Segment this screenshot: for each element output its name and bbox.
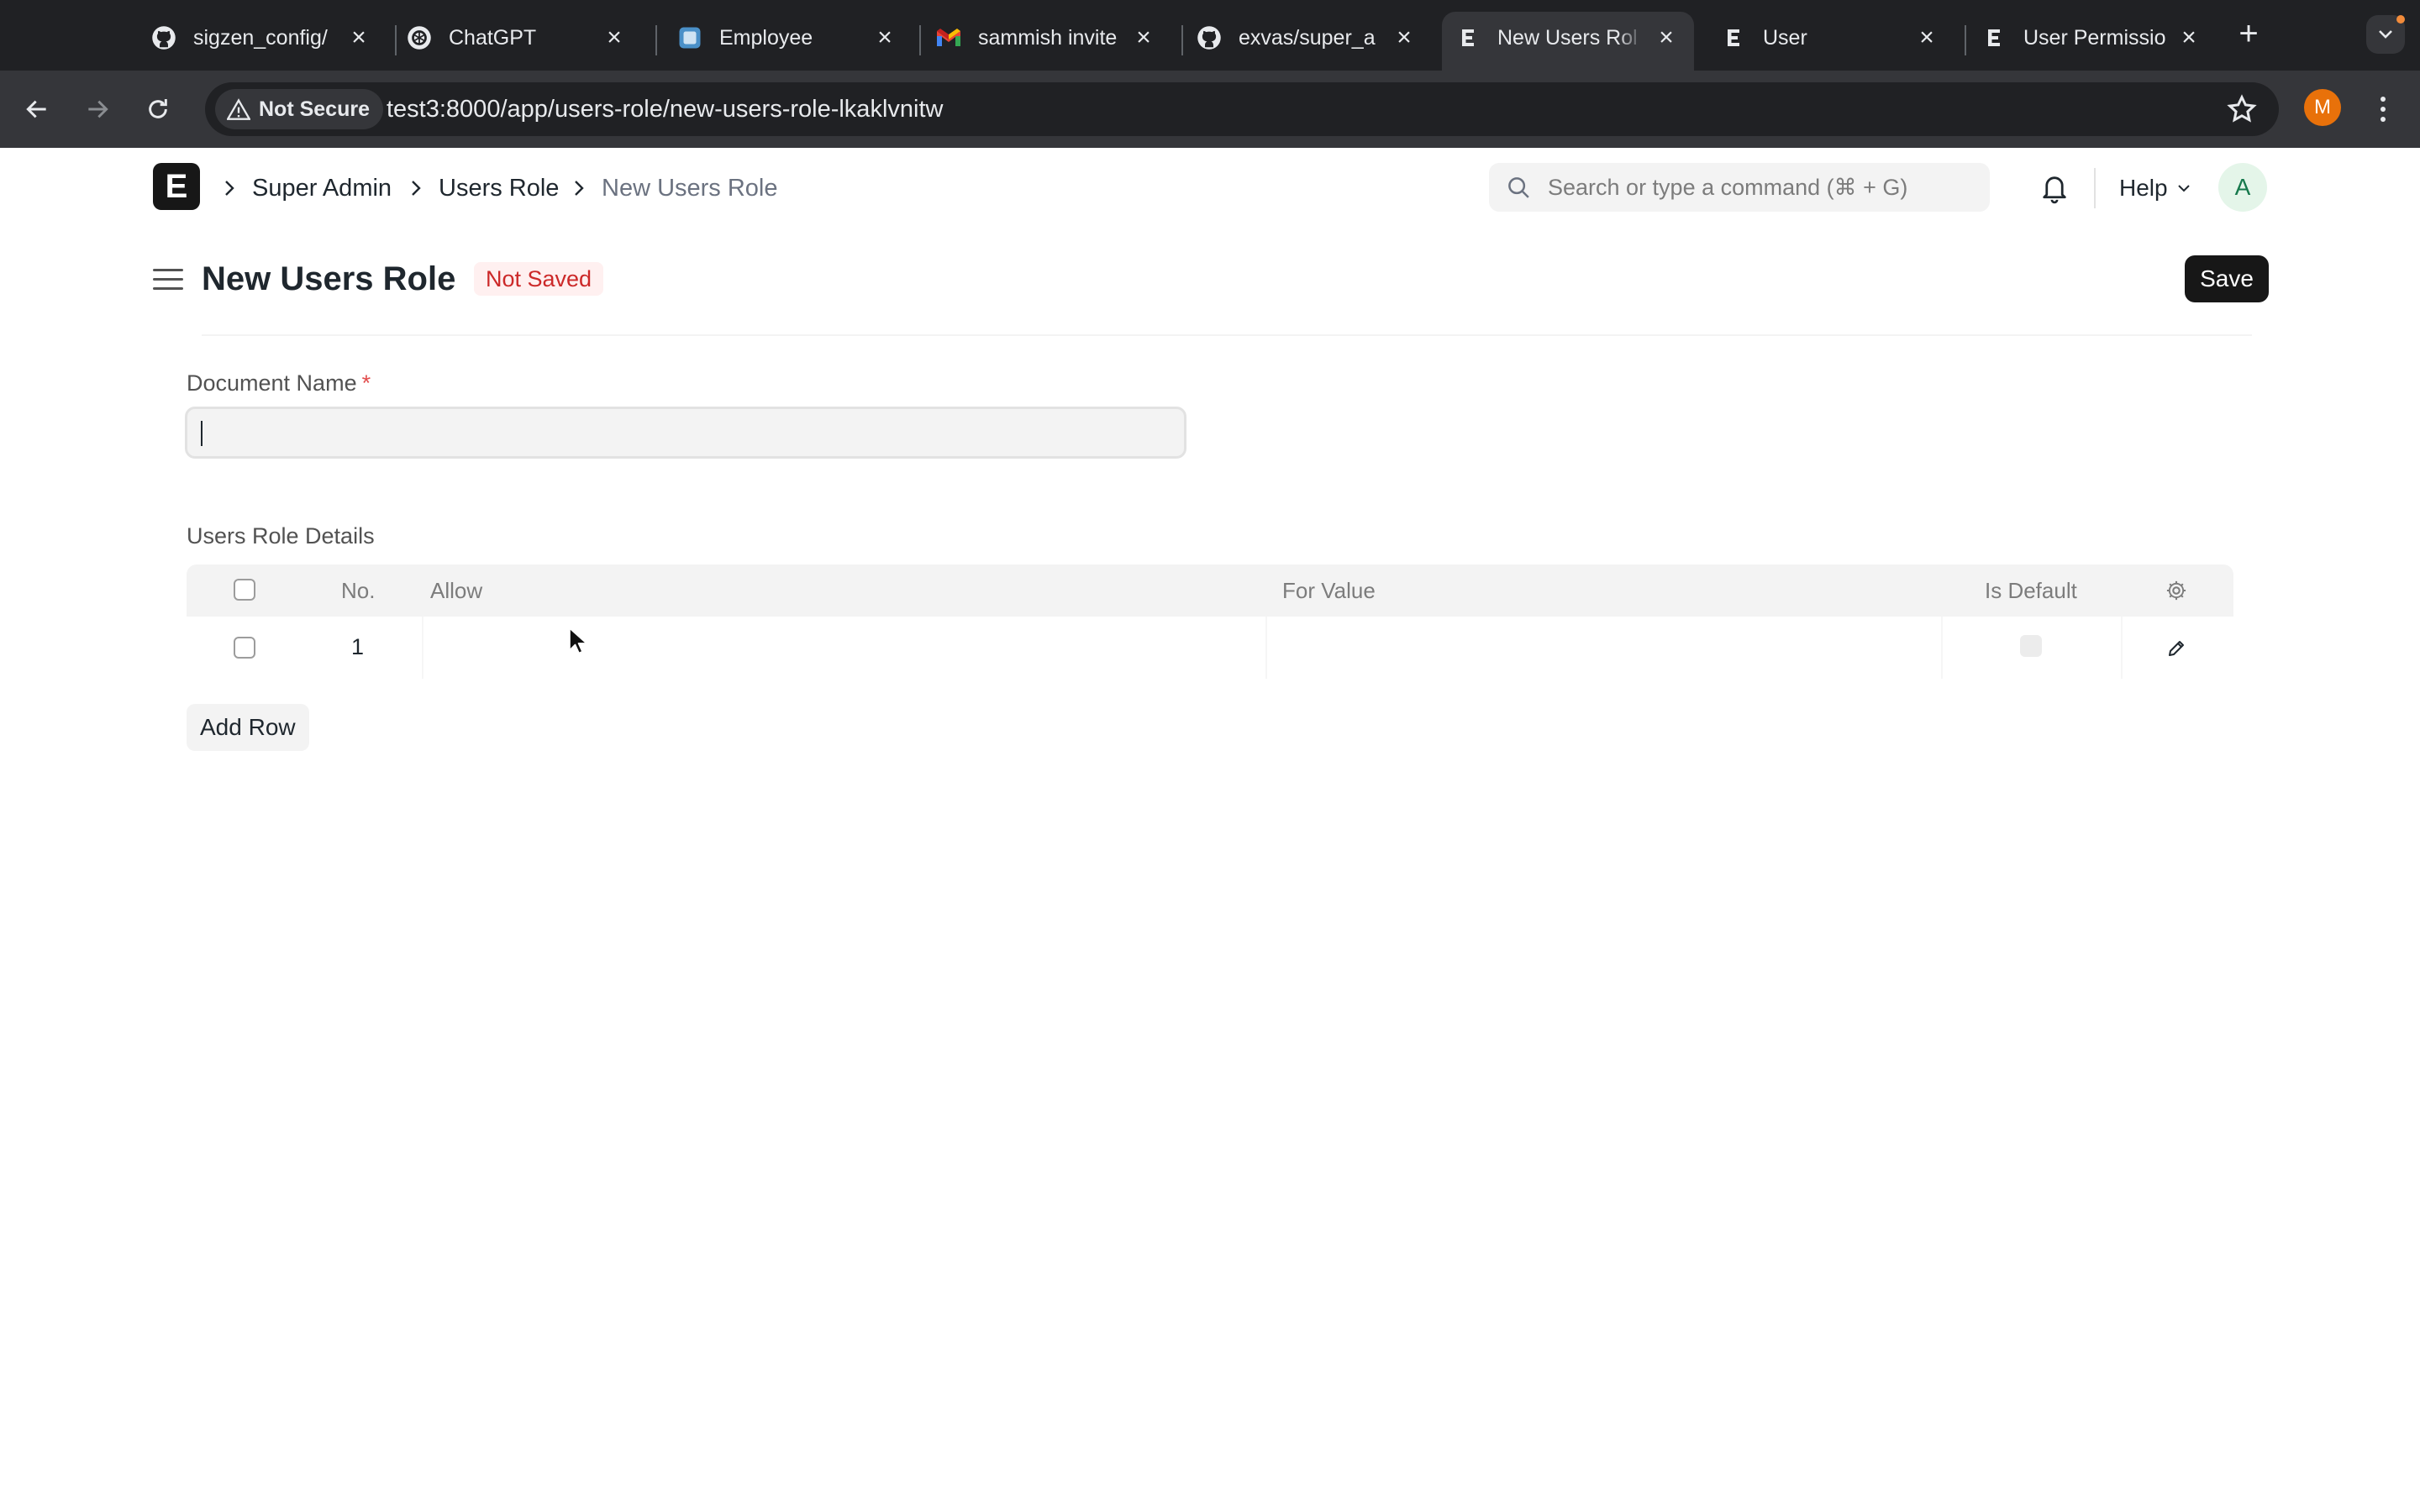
row-select-checkbox[interactable] bbox=[234, 637, 255, 659]
column-header-allow: Allow bbox=[430, 578, 483, 603]
column-header-no: No. bbox=[341, 578, 376, 603]
erpnext-icon bbox=[1719, 24, 1748, 52]
browser-tab[interactable]: User Permissio × bbox=[1980, 12, 2212, 71]
address-bar[interactable]: Not Secure test3:8000/app/users-role/new… bbox=[205, 82, 2279, 136]
user-avatar[interactable]: A bbox=[2218, 163, 2267, 212]
awesomebar-search[interactable]: Search or type a command (⌘ + G) bbox=[1489, 163, 1990, 212]
form-layout bbox=[166, 343, 2254, 763]
notification-dot bbox=[2396, 15, 2405, 24]
new-tab-button[interactable]: + bbox=[2232, 17, 2265, 50]
breadcrumb-super-admin[interactable]: Super Admin bbox=[252, 171, 392, 205]
security-label: Not Secure bbox=[259, 97, 370, 121]
column-divider bbox=[2121, 617, 2123, 679]
page-head-divider bbox=[202, 334, 2252, 336]
search-placeholder: Search or type a command (⌘ + G) bbox=[1548, 175, 1908, 200]
close-icon[interactable]: × bbox=[1652, 24, 1681, 52]
arrow-left-icon bbox=[26, 100, 46, 118]
gmail-icon bbox=[934, 24, 963, 52]
close-icon[interactable]: × bbox=[600, 24, 629, 52]
close-icon[interactable]: × bbox=[1390, 24, 1418, 52]
save-button[interactable]: Save bbox=[2185, 255, 2269, 302]
chevron-right-icon bbox=[566, 171, 592, 205]
required-mark: * bbox=[361, 370, 371, 396]
page-title: New Users Role bbox=[202, 260, 456, 297]
tab-separator bbox=[655, 25, 657, 55]
reload-button[interactable] bbox=[138, 89, 178, 129]
tab-separator bbox=[1965, 25, 1966, 55]
close-icon[interactable]: × bbox=[2175, 24, 2203, 52]
browser-tab[interactable]: exvas/super_a × bbox=[1195, 12, 1427, 71]
bell-icon[interactable] bbox=[2039, 171, 2070, 205]
warning-icon bbox=[227, 98, 250, 120]
gear-icon[interactable] bbox=[2165, 579, 2188, 602]
tab-separator bbox=[1181, 25, 1183, 55]
tab-title: New Users Rol bbox=[1497, 26, 1638, 50]
browser-menu-icon[interactable] bbox=[2368, 89, 2398, 129]
column-header-for-value: For Value bbox=[1282, 578, 1376, 603]
table-row[interactable]: 1 bbox=[187, 617, 2233, 679]
app-logo[interactable]: E bbox=[153, 163, 200, 210]
is-default-checkbox[interactable] bbox=[2020, 635, 2042, 657]
browser-toolbar: Not Secure test3:8000/app/users-role/new… bbox=[0, 71, 2420, 148]
browser-tab-active[interactable]: New Users Rol × bbox=[1442, 12, 1694, 71]
browser-tab[interactable]: sigzen_config/ × bbox=[150, 12, 381, 71]
select-all-checkbox[interactable] bbox=[234, 579, 255, 601]
breadcrumb-current: New Users Role bbox=[602, 175, 778, 202]
browser-tab[interactable]: Employee × bbox=[676, 12, 908, 71]
browser-tab[interactable]: sammish invite × bbox=[934, 12, 1166, 71]
reload-icon bbox=[149, 99, 167, 118]
tab-separator bbox=[919, 25, 921, 55]
close-icon[interactable]: × bbox=[1912, 24, 1941, 52]
add-row-button[interactable]: Add Row bbox=[187, 704, 309, 751]
close-icon[interactable]: × bbox=[871, 24, 899, 52]
github-icon bbox=[1195, 24, 1223, 52]
users-role-details-table: No. Allow For Value Is Default 1 bbox=[187, 564, 2233, 679]
sidebar-toggle-icon[interactable] bbox=[153, 262, 183, 296]
security-chip[interactable]: Not Secure bbox=[215, 89, 383, 129]
tab-search-button[interactable] bbox=[2366, 15, 2405, 54]
erpnext-icon bbox=[1454, 24, 1482, 52]
table-header-row: No. Allow For Value Is Default bbox=[187, 564, 2233, 617]
column-divider bbox=[1941, 617, 1943, 679]
close-icon[interactable]: × bbox=[345, 24, 373, 52]
navbar-divider bbox=[2094, 168, 2096, 208]
chevron-down-icon bbox=[2379, 30, 2392, 39]
arrow-right-icon bbox=[88, 100, 108, 118]
text-caret bbox=[201, 421, 203, 446]
breadcrumb-users-role[interactable]: Users Role bbox=[439, 171, 559, 205]
chevron-down-icon bbox=[2177, 185, 2190, 192]
for-value-cell[interactable] bbox=[1267, 617, 1956, 679]
chatgpt-icon bbox=[405, 24, 434, 52]
browser-tab[interactable]: ChatGPT × bbox=[405, 12, 637, 71]
back-button[interactable] bbox=[17, 89, 57, 129]
tab-separator bbox=[395, 25, 397, 55]
browser-tab[interactable]: User × bbox=[1719, 12, 1951, 71]
browser-profile-avatar[interactable]: M bbox=[2304, 89, 2341, 126]
bookmark-star-icon[interactable] bbox=[2227, 94, 2257, 124]
document-name-label-text: Document Name bbox=[187, 370, 357, 396]
github-icon bbox=[150, 24, 178, 52]
search-icon bbox=[1508, 177, 1529, 198]
column-header-is-default: Is Default bbox=[1985, 578, 2077, 603]
help-dropdown[interactable]: Help bbox=[2119, 171, 2191, 205]
chevron-right-icon bbox=[217, 171, 242, 205]
document-name-label: Document Name * bbox=[187, 368, 371, 398]
mouse-pointer-icon bbox=[569, 627, 587, 654]
app-icon bbox=[676, 24, 704, 52]
url-text[interactable]: test3:8000/app/users-role/new-users-role… bbox=[387, 82, 943, 136]
row-number: 1 bbox=[351, 634, 365, 659]
help-label: Help bbox=[2119, 175, 2168, 201]
users-role-details-label: Users Role Details bbox=[187, 523, 375, 549]
document-name-input[interactable] bbox=[185, 407, 1186, 459]
chevron-right-icon bbox=[403, 171, 429, 205]
browser-tab-strip: sigzen_config/ × ChatGPT × Employee × sa… bbox=[0, 0, 2420, 71]
erpnext-icon bbox=[1980, 24, 2008, 52]
forward-button[interactable] bbox=[77, 89, 118, 129]
app-navbar: E Super Admin Users Role New Users Role … bbox=[0, 148, 2420, 228]
close-icon[interactable]: × bbox=[1129, 24, 1158, 52]
status-badge: Not Saved bbox=[474, 262, 604, 296]
edit-pencil-icon[interactable] bbox=[2166, 638, 2186, 659]
